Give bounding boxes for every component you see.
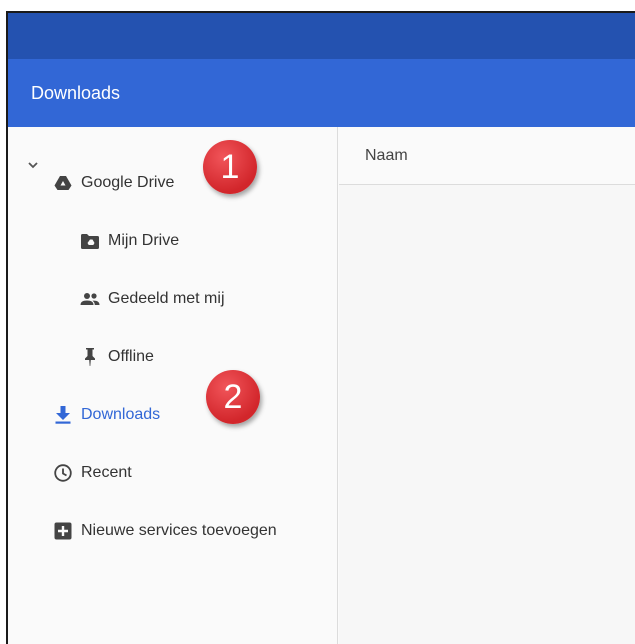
pin-icon bbox=[80, 347, 100, 367]
clock-icon bbox=[53, 463, 73, 483]
sidebar-item-mijn-drive[interactable]: Mijn Drive bbox=[80, 225, 179, 257]
sidebar-item-label: Downloads bbox=[81, 406, 161, 423]
sidebar-item-label: Mijn Drive bbox=[108, 232, 180, 249]
my-drive-folder-icon bbox=[80, 231, 100, 251]
annotation-badge-2: 2 bbox=[206, 370, 260, 424]
annotation-number: 2 bbox=[223, 377, 243, 416]
app-header: Downloads bbox=[8, 59, 635, 127]
shared-people-icon bbox=[80, 289, 100, 309]
sidebar-item-gedeeld-met-mij[interactable]: Gedeeld met mij bbox=[80, 283, 225, 315]
sidebar-item-label: Gedeeld met mij bbox=[108, 290, 225, 307]
column-header-name[interactable]: Naam bbox=[339, 127, 635, 185]
sidebar-item-label: Nieuwe services toevoegen bbox=[81, 522, 277, 539]
title-bar bbox=[8, 13, 635, 59]
annotation-badge-1: 1 bbox=[203, 140, 257, 194]
files-app-window: Downloads Google Drive Mijn Drive Gedeel… bbox=[6, 11, 635, 644]
file-list: Naam bbox=[339, 127, 635, 644]
sidebar-item-google-drive[interactable]: Google Drive bbox=[53, 167, 174, 199]
sidebar: Google Drive Mijn Drive Gedeeld met mij … bbox=[8, 127, 338, 644]
sidebar-item-label: Recent bbox=[81, 464, 132, 481]
sidebar-item-recent[interactable]: Recent bbox=[53, 457, 132, 489]
sidebar-item-label: Offline bbox=[108, 348, 154, 365]
sidebar-item-add-services[interactable]: Nieuwe services toevoegen bbox=[53, 515, 277, 547]
annotation-number: 1 bbox=[220, 147, 240, 186]
column-header-label: Naam bbox=[365, 146, 408, 164]
google-drive-icon bbox=[53, 173, 73, 193]
page-title: Downloads bbox=[31, 82, 121, 103]
download-icon bbox=[53, 405, 73, 425]
sidebar-item-offline[interactable]: Offline bbox=[80, 341, 154, 373]
chevron-down-icon[interactable] bbox=[26, 158, 40, 172]
sidebar-item-label: Google Drive bbox=[81, 174, 175, 191]
sidebar-item-downloads[interactable]: Downloads bbox=[53, 399, 160, 431]
add-box-icon bbox=[53, 521, 73, 541]
